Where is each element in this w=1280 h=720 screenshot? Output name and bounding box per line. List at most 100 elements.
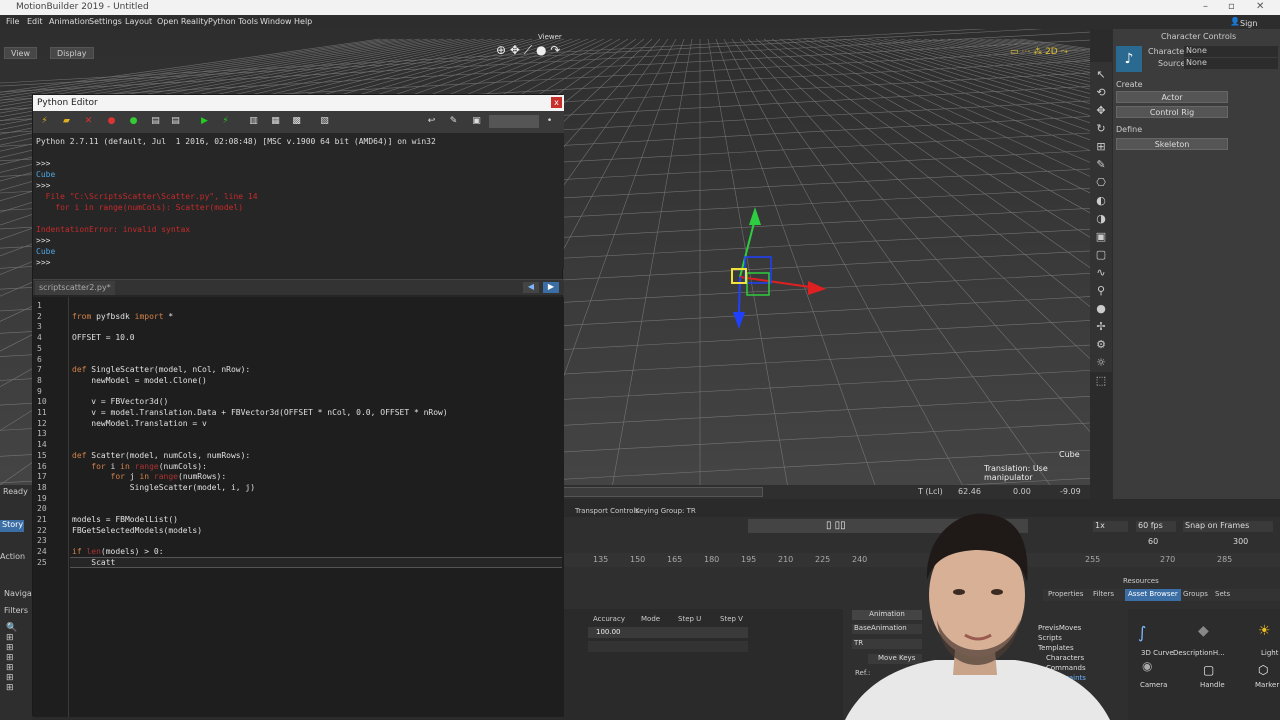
menu-animation[interactable]: Animation [49,17,90,26]
menu-open-reality[interactable]: Open Reality [157,17,208,26]
viewer-mode-icons[interactable]: ▭ ⋯ ⁂ 2D ⤳ [1010,47,1068,57]
line-number: 20 [37,504,47,514]
save-icon[interactable]: ▤ [150,116,161,127]
story-tab[interactable]: Story [0,520,24,532]
maximize-icon[interactable]: ▫ [1228,1,1235,12]
display-button[interactable]: Display [50,47,94,59]
back-icon[interactable]: ↩ [426,116,437,127]
snap-select[interactable]: Snap on Frames [1183,521,1273,532]
python-output[interactable]: Python 2.7.11 (default, Jul 1 2016, 02:0… [33,133,564,269]
code-line[interactable]: def Scatter(model, numCols, numRows): [72,451,250,460]
line-number: 1 [37,301,42,310]
curve-icon[interactable]: ∫ [1138,623,1146,642]
start-frame[interactable]: 60 [1148,537,1158,546]
coord-y[interactable]: 0.00 [1013,487,1031,496]
code-line[interactable]: newModel.Translation = v [72,419,207,428]
save-as-icon[interactable]: ▤ [170,116,181,127]
coord-z[interactable]: -9.09 [1060,487,1081,496]
description-icon[interactable]: ◆ [1198,623,1209,639]
code-line[interactable]: for j in range(numRows): [72,472,227,481]
script-tabs: scriptscatter2.py* ◀ ▶ [33,279,564,295]
prev-tab-icon[interactable]: ◀ [523,282,539,293]
menu-edit[interactable]: Edit [27,17,43,26]
handle-icon[interactable]: ▢ [1203,663,1214,677]
tab-groups[interactable]: Groups [1183,590,1208,598]
navigator-tab[interactable]: Navigat [4,589,35,598]
settings-icon[interactable]: ▣ [471,116,482,127]
record-icon[interactable]: ● [128,116,139,127]
run-selection-icon[interactable]: ⚡ [220,116,231,127]
menu-help[interactable]: Help [294,17,312,26]
source-select[interactable]: None [1184,58,1278,69]
search-go-icon[interactable]: • [544,116,555,127]
close-script-icon[interactable]: ✕ [83,116,94,127]
clear-icon[interactable]: ▥ [248,116,259,127]
marker-icon[interactable]: ⬡ [1258,663,1268,677]
app-titlebar: MotionBuilder 2019 - Untitled – ▫ ✕ [0,0,1280,15]
fps-select[interactable]: 60 fps [1136,521,1176,532]
comment-icon[interactable]: ▧ [319,116,330,127]
sign-in-button[interactable]: 👤 Sign In [1230,17,1257,37]
run-icon[interactable]: ▶ [199,116,210,127]
code-line[interactable]: from pyfbsdk import * [72,312,173,321]
character-icon[interactable]: ♪ [1116,46,1142,72]
python-editor-titlebar[interactable]: Python Editor x [33,95,564,111]
view-button[interactable]: View [4,47,37,59]
manipulator-icons[interactable]: ⊕ ✥ ⟋ ● ↷ [496,43,560,58]
close-icon[interactable]: x [551,97,562,108]
tick: 135 [593,555,609,564]
tool-icons[interactable]: ↖ ⟲ ✥ ↻ ⊞ ✎ ⎔ ◐ ◑ ▣ ▢ ∿ ⚲ ● ✢ ⚙ ☼ ⬚ [1094,66,1108,390]
next-tab-icon[interactable]: ▶ [543,282,559,293]
tab-sets[interactable]: Sets [1215,590,1230,598]
code-line[interactable]: if len(models) > 0: [72,547,164,556]
abc-icon[interactable]: ▩ [291,116,302,127]
code-line[interactable]: models = FBModelList() [72,515,178,524]
tick: 150 [630,555,646,564]
tab-script[interactable]: scriptscatter2.py* [35,281,115,295]
menu-file[interactable]: File [6,17,19,26]
skeleton-button[interactable]: Skeleton [1116,138,1228,150]
navigator-tree-icons[interactable]: 🔍 ⊞ ⊞ ⊞ ⊞ ⊞ ⊞ [6,623,17,693]
accuracy-value[interactable]: 100.00 [596,628,621,636]
output-line: >>> [36,236,51,245]
code-line[interactable]: v = model.Translation.Data + FBVector3d(… [72,408,447,417]
minimize-icon[interactable]: – [1203,1,1208,12]
end-frame[interactable]: 300 [1233,537,1248,546]
menu-window[interactable]: Window [260,17,292,26]
code-line[interactable]: OFFSET = 10.0 [72,333,135,342]
stop-icon[interactable]: ● [106,116,117,127]
menu-python-tools[interactable]: Python Tools [208,17,258,26]
open-folder-icon[interactable]: ▰ [61,116,72,127]
search-input[interactable] [489,115,539,128]
actor-button[interactable]: Actor [1116,91,1228,103]
coord-x[interactable]: 62.46 [958,487,981,496]
new-script-icon[interactable]: ⚡ [39,116,50,127]
code-line[interactable]: def SingleScatter(model, nCol, nRow): [72,365,250,374]
light-icon[interactable]: ☀ [1258,623,1271,639]
camera-icon[interactable]: ◉ [1142,659,1152,673]
python-editor-window[interactable]: Python Editor x ⚡ ▰ ✕ ● ● ▤ ▤ ▶ ⚡ ▥ ▦ ▩ … [32,94,564,717]
control-rig-button[interactable]: Control Rig [1116,106,1228,118]
property-row[interactable] [588,641,748,652]
asset-label: DescriptionH... [1173,649,1225,657]
code-line[interactable]: SingleScatter(model, i, j) [72,483,255,492]
menu-layout[interactable]: Layout [125,17,152,26]
close-icon[interactable]: ✕ [1256,1,1264,12]
code-line[interactable]: for i in range(numCols): [72,462,207,471]
code-line[interactable]: newModel = model.Clone() [72,376,207,385]
filters-label[interactable]: Filters [4,606,28,615]
code-line[interactable]: Scatt [72,558,115,567]
tab-asset-browser[interactable]: Asset Browser [1125,589,1181,601]
code-line[interactable]: v = FBVector3d() [72,397,168,406]
list-icon[interactable]: ▦ [270,116,281,127]
character-select[interactable]: None [1184,46,1278,57]
code-editor[interactable]: 1 2 3 4 5 6 7 8 9 10 11 12 13 14 15 16 17 18 19 20 21 22 23 24 2… [33,297,564,717]
code-line[interactable]: FBGetSelectedModels(models) [72,526,202,535]
coord-scroll[interactable] [563,487,763,497]
menu-settings[interactable]: Settings [89,17,122,26]
output-line: >>> [36,159,51,168]
edit-icon[interactable]: ✎ [448,116,459,127]
property-row[interactable]: 100.00 [588,627,748,638]
